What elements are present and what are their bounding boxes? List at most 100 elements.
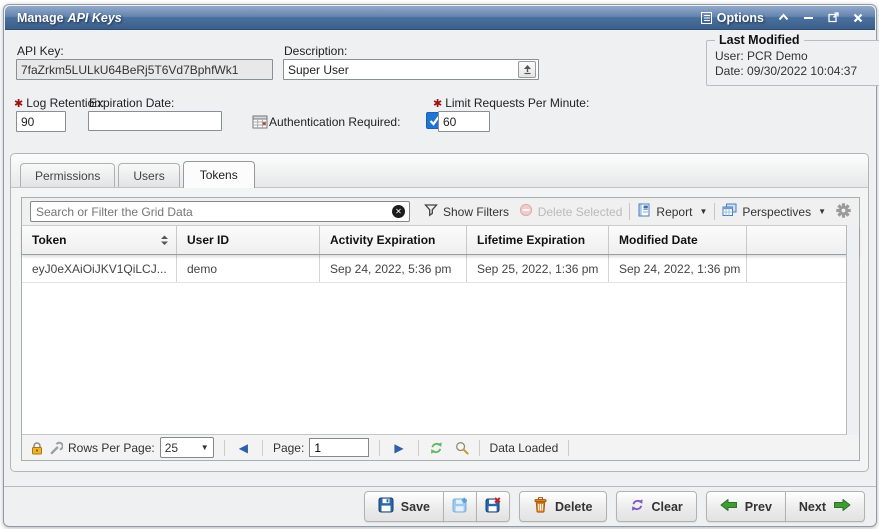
options-button[interactable]: Options [701, 11, 764, 25]
grid-header-row: Token User ID Activity Expiration Lifeti… [22, 226, 859, 255]
log-retention-field[interactable] [16, 111, 66, 132]
screen: ManageAPI Keys Options API Key: Descript… [0, 0, 879, 529]
expiration-date-label: Expiration Date: [89, 96, 174, 110]
grid-scrollbar[interactable] [846, 225, 859, 435]
clear-search-icon[interactable]: ✕ [392, 205, 405, 218]
chevron-down-icon: ▼ [818, 207, 826, 216]
footer-separator [479, 440, 480, 456]
tab-users[interactable]: Users [118, 163, 179, 187]
tab-strip: Permissions Users Tokens [11, 154, 868, 188]
last-modified-user: User: PCR Demo [715, 49, 873, 63]
page-label: Page: [273, 441, 304, 455]
column-header-token[interactable]: Token [22, 226, 177, 254]
close-icon[interactable] [853, 13, 863, 23]
cell-modified-date[interactable]: Sep 24, 2022, 1:36 pm [609, 255, 747, 282]
api-key-field[interactable] [16, 59, 273, 80]
column-header-modified-date[interactable]: Modified Date [609, 226, 747, 254]
last-modified-legend: Last Modified [715, 33, 804, 47]
show-filters-button[interactable]: Show Filters [424, 203, 509, 220]
chevron-down-icon: ▼ [699, 207, 707, 216]
column-header-user-id[interactable]: User ID [177, 226, 320, 254]
clear-arrows-icon [630, 498, 645, 515]
next-page-icon[interactable]: ▶ [390, 441, 407, 455]
required-icon: ✱ [433, 98, 442, 110]
clear-button[interactable]: Clear [616, 491, 697, 522]
save-plus-icon [452, 497, 468, 516]
report-dropdown[interactable]: Report ▼ [637, 203, 707, 220]
api-key-label: API Key: [17, 44, 64, 58]
save-button[interactable]: Save [364, 491, 444, 522]
cell-activity-expiration[interactable]: Sep 24, 2022, 5:36 pm [320, 255, 467, 282]
footer-separator [262, 440, 263, 456]
column-header-lifetime-expiration[interactable]: Lifetime Expiration [467, 226, 609, 254]
save-disk-icon [378, 497, 394, 516]
lock-icon[interactable] [30, 441, 44, 455]
gear-icon [836, 203, 851, 221]
cell-user-id[interactable]: demo [177, 255, 320, 282]
sort-icon[interactable] [160, 235, 169, 246]
save-close-icon [485, 497, 501, 516]
perspectives-dropdown[interactable]: Perspectives ▼ [722, 203, 826, 220]
description-field-wrap [283, 59, 539, 80]
cell-filler [747, 255, 859, 282]
prev-page-icon[interactable]: ◀ [235, 441, 252, 455]
limit-requests-label: ✱Limit Requests Per Minute: [433, 96, 589, 110]
next-button[interactable]: Next [785, 491, 865, 522]
column-header-activity-expiration[interactable]: Activity Expiration [320, 226, 467, 254]
grid-toolbar: ✕ Show Filters Delete Selected Report ▼ [22, 198, 859, 226]
tab-panel: Permissions Users Tokens ✕ Show Filters … [10, 153, 869, 472]
grid-footer: Rows Per Page: 25 ▼ ◀ Page: ▶ Data Loade… [22, 434, 859, 460]
titlebar: ManageAPI Keys Options [5, 6, 875, 30]
grid-settings-button[interactable] [836, 203, 851, 221]
expiration-date-wrap [88, 111, 222, 131]
delete-selected-button[interactable]: Delete Selected [519, 203, 623, 220]
grid-search-wrap: ✕ [30, 201, 410, 222]
minus-circle-icon [519, 203, 533, 220]
char-picker-icon[interactable] [518, 61, 536, 78]
refresh-icon[interactable] [429, 441, 444, 455]
calendar-icon[interactable] [252, 114, 268, 129]
wrench-icon[interactable] [49, 441, 63, 455]
table-row[interactable]: eyJ0eXAiOiJKV1QiLCJ... demo Sep 24, 2022… [22, 255, 859, 283]
options-list-icon [701, 12, 712, 24]
delete-button[interactable]: Delete [519, 491, 607, 522]
description-field[interactable] [284, 63, 518, 77]
tab-tokens[interactable]: Tokens [183, 161, 255, 188]
trash-icon [533, 497, 548, 516]
save-and-new-button[interactable] [443, 491, 477, 522]
expiration-date-field[interactable] [89, 114, 252, 128]
save-and-close-button[interactable] [476, 491, 510, 522]
footer-separator [379, 440, 380, 456]
grid-body: eyJ0eXAiOiJKV1QiLCJ... demo Sep 24, 2022… [22, 255, 859, 434]
next-arrow-icon [833, 498, 851, 515]
action-bar: Save Delete Clear Prev Next [4, 486, 876, 526]
last-modified-group: Last Modified User: PCR Demo Date: 09/30… [706, 33, 879, 86]
auth-required-label: Authentication Required: [269, 115, 400, 129]
filter-funnel-icon [424, 203, 438, 220]
chevron-down-icon: ▼ [201, 443, 209, 452]
rows-per-page-select[interactable]: 25 ▼ [160, 437, 214, 458]
cell-lifetime-expiration[interactable]: Sep 25, 2022, 1:36 pm [467, 255, 609, 282]
limit-requests-field[interactable] [438, 111, 490, 132]
grid-search-input[interactable] [31, 205, 392, 219]
last-modified-date: Date: 09/30/2022 10:04:37 [715, 64, 873, 78]
save-button-group: Save [364, 491, 510, 522]
cell-token[interactable]: eyJ0eXAiOiJKV1QiLCJ... [22, 255, 177, 282]
prev-next-group: Prev Next [706, 491, 865, 522]
dialog-title: ManageAPI Keys [17, 11, 122, 25]
tab-permissions[interactable]: Permissions [20, 163, 115, 187]
magnifier-icon[interactable] [455, 441, 469, 455]
tokens-grid: ✕ Show Filters Delete Selected Report ▼ [21, 197, 860, 461]
collapse-icon[interactable] [778, 13, 789, 22]
column-header-filler [747, 226, 859, 254]
rows-per-page-label: Rows Per Page: [68, 441, 155, 455]
prev-button[interactable]: Prev [706, 491, 786, 522]
toolbar-separator [714, 203, 715, 220]
minimize-icon[interactable] [803, 13, 814, 22]
footer-separator [418, 440, 419, 456]
toolbar-separator [629, 203, 630, 220]
perspectives-icon [722, 203, 737, 220]
popout-icon[interactable] [828, 12, 839, 23]
page-number-input[interactable] [309, 438, 369, 457]
footer-separator [568, 440, 569, 456]
